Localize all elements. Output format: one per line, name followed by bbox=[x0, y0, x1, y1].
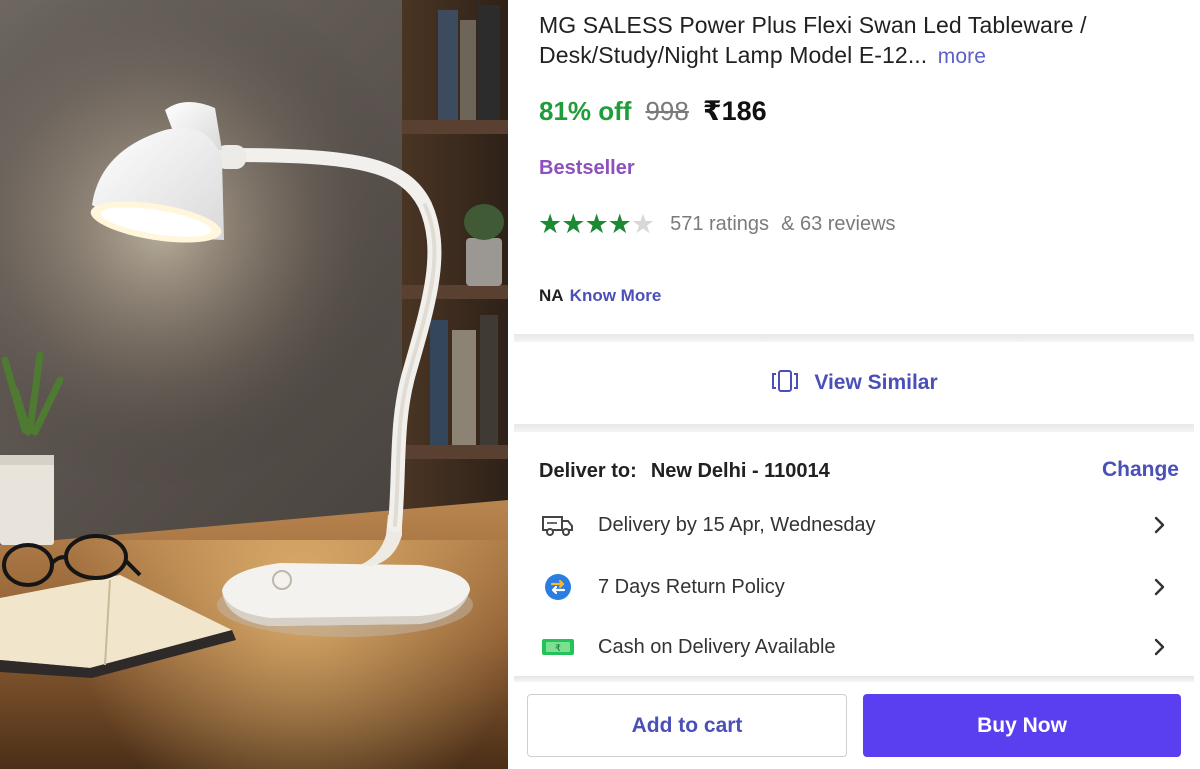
product-image[interactable] bbox=[0, 0, 508, 769]
lamp-photo bbox=[0, 0, 508, 769]
section-divider bbox=[514, 334, 1194, 342]
return-icon bbox=[538, 573, 578, 601]
cod-text: Cash on Delivery Available bbox=[598, 635, 836, 658]
delivery-address: New Delhi - 110014 bbox=[650, 459, 830, 482]
cod-row[interactable]: ₹ Cash on Delivery Available bbox=[514, 617, 1194, 677]
return-policy-text: 7 Days Return Policy bbox=[598, 575, 785, 598]
bestseller-badge: Bestseller bbox=[539, 157, 635, 179]
return-policy-row[interactable]: 7 Days Return Policy bbox=[514, 557, 1194, 617]
price-row: 81% off 998 ₹186 bbox=[539, 96, 767, 130]
star-filled-icon: ★ bbox=[538, 209, 563, 239]
discount-label: 81% off bbox=[539, 96, 632, 126]
chevron-right-icon bbox=[1140, 515, 1180, 535]
product-title: MG SALESS Power Plus Flexi Swan Led Tabl… bbox=[539, 10, 1159, 72]
change-address-button[interactable]: Change bbox=[1102, 458, 1179, 482]
star-filled-icon: ★ bbox=[607, 209, 632, 239]
delivery-date-text: Delivery by 15 Apr, Wednesday bbox=[598, 513, 876, 536]
reviews-count: & 63 reviews bbox=[781, 212, 896, 235]
selling-price: ₹186 bbox=[702, 96, 767, 126]
view-similar-icon bbox=[770, 369, 800, 398]
deliver-to-row: Deliver to: New Delhi - 110014 Change bbox=[539, 456, 1179, 486]
deliver-to-label: Deliver to: bbox=[539, 459, 637, 482]
chevron-right-icon bbox=[1140, 577, 1180, 597]
product-title-text: MG SALESS Power Plus Flexi Swan Led Tabl… bbox=[539, 12, 1087, 68]
view-similar-button[interactable]: View Similar bbox=[514, 342, 1194, 424]
buy-now-button[interactable]: Buy Now bbox=[863, 694, 1181, 757]
star-filled-icon: ★ bbox=[584, 209, 609, 239]
product-details-panel: MG SALESS Power Plus Flexi Swan Led Tabl… bbox=[514, 0, 1194, 769]
truck-icon bbox=[538, 513, 578, 537]
svg-text:₹: ₹ bbox=[555, 644, 561, 654]
original-price: 998 bbox=[645, 96, 689, 126]
more-link[interactable]: more bbox=[938, 45, 986, 68]
ratings-count: 571 ratings bbox=[670, 212, 770, 235]
view-similar-label: View Similar bbox=[814, 371, 938, 394]
section-divider bbox=[514, 676, 1194, 682]
star-empty-icon: ★ bbox=[630, 209, 656, 239]
add-to-cart-button[interactable]: Add to cart bbox=[527, 694, 847, 757]
know-more-link[interactable]: Know More bbox=[570, 286, 662, 305]
section-divider bbox=[514, 424, 1194, 432]
rating-row[interactable]: ★ ★ ★ ★ ★ 571 ratings & 63 reviews bbox=[538, 208, 896, 240]
chevron-right-icon bbox=[1140, 637, 1180, 657]
na-text: NA bbox=[539, 286, 563, 305]
delivery-date-row[interactable]: Delivery by 15 Apr, Wednesday bbox=[514, 495, 1194, 555]
star-rating: ★ ★ ★ ★ ★ bbox=[538, 209, 656, 239]
cash-icon: ₹ bbox=[538, 637, 578, 657]
offer-info-row: NA Know More bbox=[539, 286, 661, 306]
star-filled-icon: ★ bbox=[561, 209, 586, 239]
